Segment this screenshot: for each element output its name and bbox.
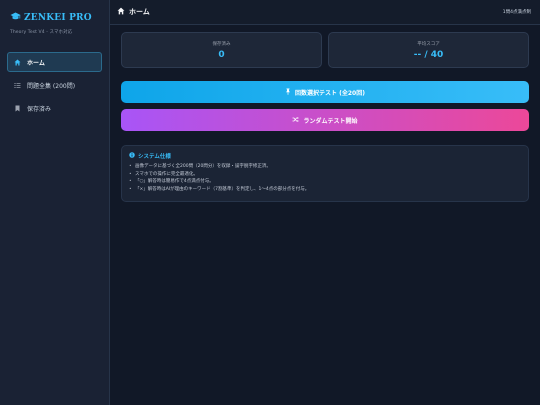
list-item: 画像データに基づく全200問（20問分）を収録・誤字脱字修正済。 (129, 163, 521, 171)
bookmark-icon (14, 105, 21, 112)
stats-row: 保存済み 0 平均スコア -- / 40 (121, 32, 529, 68)
home-icon (117, 7, 125, 17)
page-title-text: ホーム (129, 8, 150, 16)
sidebar-item-all-questions[interactable]: 問題全集 (200問) (7, 75, 102, 95)
brand-title: ZENKEI PRO (10, 12, 99, 24)
sidebar-item-label: 問題全集 (200問) (27, 82, 76, 90)
random-test-button[interactable]: ランダムテスト開始 (121, 109, 529, 131)
stat-value: -- / 40 (413, 49, 444, 60)
content: 保存済み 0 平均スコア -- / 40 回数選択テスト (全20回) ランダム… (110, 25, 540, 202)
button-label: ランダムテスト開始 (303, 117, 358, 125)
list-icon (14, 82, 21, 89)
system-spec-panel: システム仕様 画像データに基づく全200問（20問分）を収録・誤字脱字修正済。 … (121, 145, 529, 202)
pin-icon (285, 88, 291, 97)
topbar: ホーム 1問4点満点制 (110, 0, 540, 25)
info-icon (129, 152, 135, 160)
main-area: ホーム 1問4点満点制 保存済み 0 平均スコア -- / 40 回数選択テスト… (110, 0, 540, 405)
sidebar-item-saved[interactable]: 保存済み (7, 98, 102, 118)
stat-card-average-score: 平均スコア -- / 40 (328, 32, 529, 68)
brand-subtitle: Theory Test V4 - スマホ対応 (10, 30, 73, 35)
sidebar-nav: ホーム 問題全集 (200問) 保存済み (0, 52, 109, 118)
sidebar-item-label: ホーム (27, 59, 45, 67)
graduation-cap-icon (10, 12, 21, 24)
round-select-test-button[interactable]: 回数選択テスト (全20回) (121, 81, 529, 103)
sidebar-item-label: 保存済み (27, 105, 52, 113)
stat-label: 平均スコア (417, 41, 440, 47)
stat-card-saved: 保存済み 0 (121, 32, 322, 68)
shuffle-icon (292, 116, 300, 125)
system-spec-list: 画像データに基づく全200問（20問分）を収録・誤字脱字修正済。 スマホでの操作… (129, 163, 521, 193)
list-item: スマホでの操作に完全最適化。 (129, 171, 521, 179)
stat-value: 0 (218, 49, 225, 60)
stat-label: 保存済み (212, 41, 231, 47)
scoring-note: 1問4点満点制 (502, 10, 531, 15)
list-item: 「○」解答時は簡易作で4点満点付与。 (129, 178, 521, 186)
sidebar-item-home[interactable]: ホーム (7, 52, 102, 72)
info-title-text: システム仕様 (138, 154, 171, 160)
sidebar: ZENKEI PRO Theory Test V4 - スマホ対応 ホーム 問題… (0, 0, 110, 405)
page-title: ホーム (117, 7, 150, 17)
brand-name: ZENKEI PRO (24, 13, 92, 23)
list-item: 「×」解答時はAIが理由のキーワード（7割基準）を判定し、1〜4点の部分点を付与… (129, 186, 521, 194)
brand: ZENKEI PRO Theory Test V4 - スマホ対応 (0, 0, 109, 35)
home-icon (14, 59, 21, 66)
button-label: 回数選択テスト (全20回) (295, 89, 365, 97)
system-spec-title: システム仕様 (129, 152, 521, 160)
